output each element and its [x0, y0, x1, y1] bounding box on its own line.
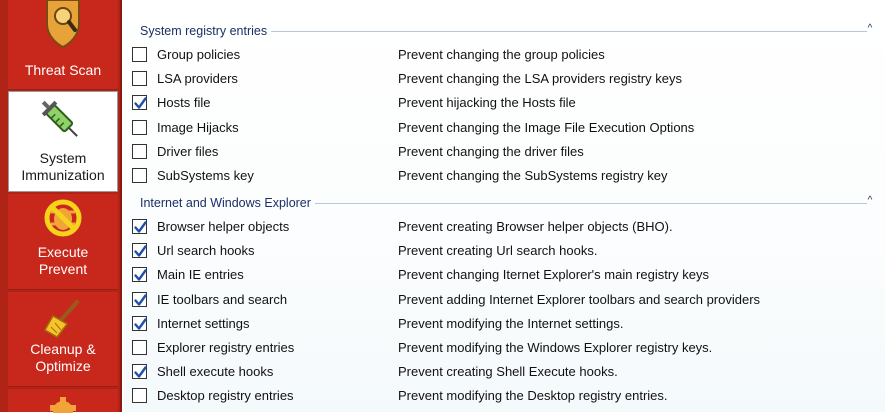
option-checkbox[interactable] — [132, 388, 147, 404]
option-checkbox[interactable] — [132, 243, 147, 259]
option-label[interactable]: Explorer registry entries — [157, 340, 294, 355]
option-checkbox[interactable] — [132, 119, 147, 135]
checkmark-icon — [134, 245, 147, 257]
option-description: Prevent changing the driver files — [398, 143, 584, 159]
option-checkbox[interactable] — [132, 340, 147, 355]
option-label[interactable]: Driver files — [157, 144, 218, 159]
checkmark-icon — [134, 269, 147, 282]
option-checkbox[interactable] — [132, 95, 147, 111]
option-description: Prevent changing the LSA providers regis… — [398, 71, 682, 87]
option-checkbox[interactable] — [132, 143, 147, 159]
option-checkbox[interactable] — [132, 168, 147, 183]
nav-label: Cleanup & Optimize — [8, 341, 118, 375]
option-checkbox[interactable] — [132, 364, 147, 380]
section-divider — [314, 202, 867, 204]
option-row: SubSystems key Prevent changing the SubSy… — [132, 166, 885, 188]
option-description: Prevent hijacking the Hosts file — [398, 95, 576, 111]
nav-label-line: Execute — [37, 244, 89, 260]
collapse-button[interactable]: ^ — [863, 194, 877, 208]
option-checkbox[interactable] — [132, 291, 147, 307]
option-row: Group policies Prevent changing the group… — [132, 45, 885, 67]
nav-label-line: Prevent — [38, 261, 88, 277]
checkmark-icon — [134, 97, 147, 110]
sidebar-nav: Threat Scan System Immunization Execute … — [0, 0, 122, 416]
option-description: Prevent modifying the Internet settings. — [398, 315, 624, 331]
option-row: Explorer registry entries Prevent modifyi… — [132, 338, 885, 360]
option-row: Desktop registry entries Prevent modifyin… — [132, 386, 885, 408]
option-label[interactable]: Desktop registry entries — [157, 388, 294, 403]
nav-settings[interactable] — [8, 389, 118, 416]
immunization-panel: System registry entries ^ Group policies… — [124, 0, 885, 412]
option-row: Url search hooks Prevent creating Url sea… — [132, 241, 885, 263]
option-label[interactable]: IE toolbars and search — [157, 292, 287, 307]
option-row: Browser helper objects Prevent creating B… — [132, 217, 885, 239]
nav-label: Threat Scan — [24, 62, 102, 78]
nav-label-line: System — [39, 150, 87, 166]
option-label[interactable]: Internet settings — [157, 316, 250, 331]
checkmark-icon — [134, 221, 147, 233]
section-title: Internet and Windows Explorer — [140, 196, 311, 210]
option-row: Shell execute hooks Prevent creating Shel… — [132, 362, 885, 384]
option-label[interactable]: Hosts file — [157, 95, 210, 110]
option-row: LSA providers Prevent changing the LSA pr… — [132, 69, 885, 91]
collapse-button[interactable]: ^ — [863, 22, 877, 36]
option-label[interactable]: Url search hooks — [157, 243, 255, 258]
shield-icon — [43, 0, 83, 51]
option-row: Image Hijacks Prevent changing the Image … — [132, 118, 885, 140]
option-description: Prevent adding Internet Explorer toolbar… — [398, 291, 761, 307]
nav-label-line: Immunization — [21, 167, 105, 183]
option-checkbox[interactable] — [132, 315, 147, 331]
checkmark-icon — [134, 293, 147, 306]
option-row: Driver files Prevent changing the driver … — [132, 142, 885, 164]
option-label[interactable]: LSA providers — [157, 71, 238, 86]
option-label[interactable]: Group policies — [157, 47, 240, 62]
nav-system-immunization[interactable]: System Immunization — [8, 91, 118, 192]
option-label[interactable]: Image Hijacks — [157, 120, 239, 135]
section-divider — [271, 30, 867, 32]
option-label[interactable]: SubSystems key — [157, 168, 254, 183]
syringe-icon — [41, 100, 85, 147]
option-description: Prevent changing the group policies — [398, 47, 605, 62]
broom-icon — [43, 300, 83, 341]
nav-label-line: Optimize — [35, 358, 91, 374]
nav-label: System Immunization — [9, 150, 117, 184]
option-checkbox[interactable] — [132, 47, 147, 62]
option-checkbox[interactable] — [132, 219, 147, 234]
option-description: Prevent modifying the Windows Explorer r… — [398, 340, 713, 355]
nav-label: Execute Prevent — [8, 244, 118, 278]
option-description: Prevent creating Shell Execute hooks. — [398, 364, 618, 380]
section-header: System registry entries ^ — [140, 23, 885, 39]
option-description: Prevent changing Iternet Explorer's main… — [398, 267, 710, 283]
option-row: Internet settings Prevent modifying the I… — [132, 314, 885, 336]
option-description: Prevent modifying the Desktop registry e… — [398, 388, 668, 404]
nav-execute-prevent[interactable]: Execute Prevent — [8, 194, 118, 290]
option-checkbox[interactable] — [132, 71, 147, 87]
checkmark-icon — [134, 318, 147, 330]
section-header: Internet and Windows Explorer ^ — [140, 195, 885, 211]
option-description: Prevent changing the Image File Executio… — [398, 119, 695, 135]
section-title: System registry entries — [140, 24, 268, 38]
option-row: IE toolbars and search Prevent adding Int… — [132, 290, 885, 312]
nav-cleanup-optimize[interactable]: Cleanup & Optimize — [8, 292, 118, 387]
gear-icon — [49, 397, 77, 416]
option-description: Prevent creating Url search hooks. — [398, 243, 598, 259]
option-checkbox[interactable] — [132, 267, 147, 283]
option-row: Main IE entries Prevent changing Iternet … — [132, 265, 885, 287]
option-description: Prevent changing the SubSystems registry… — [398, 168, 668, 183]
option-description: Prevent creating Browser helper objects … — [398, 219, 673, 234]
prohibited-bug-icon — [43, 198, 83, 241]
option-label[interactable]: Main IE entries — [157, 267, 244, 282]
checkmark-icon — [134, 366, 147, 378]
option-label[interactable]: Shell execute hooks — [157, 364, 273, 379]
option-row: Hosts file Prevent hijacking the Hosts fi… — [132, 93, 885, 115]
option-label[interactable]: Browser helper objects — [157, 219, 289, 234]
nav-label-line: Cleanup & — [30, 341, 96, 357]
nav-threat-scan[interactable]: Threat Scan — [8, 0, 118, 90]
